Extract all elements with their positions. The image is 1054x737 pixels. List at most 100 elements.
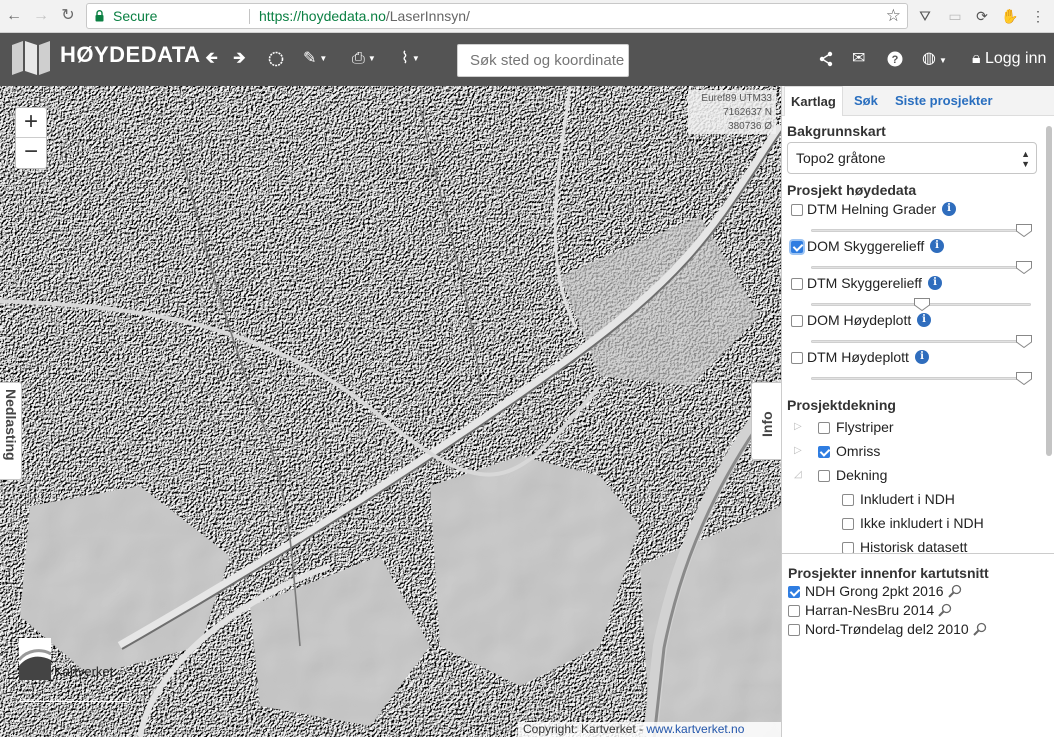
slider-thumb[interactable] [1016, 224, 1032, 237]
layer-checkbox[interactable] [791, 352, 803, 364]
coverage-checkbox[interactable] [818, 422, 830, 434]
secure-label: Secure [113, 8, 158, 24]
back-arrow-icon[interactable]: ← [4, 6, 24, 26]
coordinate-system: Euref89 UTM33 [701, 93, 772, 104]
tree-expand-icon[interactable]: ▷ [794, 421, 802, 432]
layer-label: DTM Høydeplott [807, 349, 909, 365]
download-side-tab[interactable]: Nedlasting [0, 382, 22, 480]
zoom-to-project-icon[interactable] [938, 603, 952, 617]
layer-checkbox[interactable] [791, 315, 803, 327]
extension-filter-icon[interactable]: ⛛ [915, 6, 935, 26]
zoom-control: + − [15, 107, 47, 169]
url-host: https://hoydedata.no [259, 8, 386, 24]
share-icon[interactable] [818, 47, 834, 71]
extension-sync-icon[interactable]: ⟳ [972, 6, 992, 26]
zoom-to-project-icon[interactable] [948, 584, 962, 598]
url-text[interactable]: https://hoydedata.no/LaserInnsyn/ [259, 8, 470, 24]
zoom-to-project-icon[interactable] [973, 622, 987, 636]
login-label: Logg inn [984, 50, 1047, 67]
coverage-checkbox[interactable] [818, 446, 830, 458]
tab-kartlag[interactable]: Kartlag [784, 86, 843, 116]
coverage-label: Omriss [836, 443, 881, 459]
coverage-label: Flystriper [836, 419, 894, 435]
coverage-label: Dekning [836, 467, 888, 483]
project-label: Harran-NesBru 2014 [805, 602, 935, 618]
coverage-sub-checkbox[interactable] [842, 518, 854, 530]
project-label: NDH Grong 2pkt 2016 [805, 583, 944, 599]
info-icon[interactable]: i [930, 239, 944, 253]
layer-label: DOM Høydeplott [807, 312, 912, 328]
kartverket-label: Kartverket [54, 664, 114, 679]
tree-expand-icon[interactable]: ▷ [794, 445, 802, 456]
info-icon[interactable]: i [915, 350, 929, 364]
browser-menu-icon[interactable]: ⋮ [1028, 6, 1048, 26]
info-icon[interactable]: i [942, 202, 956, 216]
copyright-text: Copyright: Kartverket - [523, 722, 647, 736]
select-arrows-icon: ▲ ▼ [1021, 149, 1030, 169]
panel-scrollbar[interactable] [1046, 126, 1052, 456]
reload-icon[interactable]: ↻ [58, 6, 78, 26]
zoom-in-button[interactable]: + [16, 108, 46, 138]
coverage-sub-label: Ikke inkludert i NDH [860, 515, 984, 531]
slider-thumb[interactable] [1016, 335, 1032, 348]
print-icon[interactable]: ⎙ ▼ [352, 47, 376, 71]
opacity-slider[interactable] [811, 298, 1031, 311]
lock-icon [95, 10, 104, 22]
zoom-out-button[interactable]: − [16, 138, 46, 168]
opacity-slider[interactable] [811, 372, 1032, 385]
layer-checkbox[interactable] [791, 278, 803, 290]
layer-checkbox[interactable] [791, 204, 803, 216]
info-icon[interactable]: i [917, 313, 931, 327]
opacity-slider[interactable] [811, 261, 1032, 274]
info-tab-label: Info [759, 411, 775, 437]
browser-toolbar: ← → ↻ Secure https://hoydedata.no/LaserI… [0, 0, 1054, 33]
opacity-slider[interactable] [811, 224, 1032, 237]
login-button[interactable]: 🔒︎ Logg inn [972, 47, 1046, 71]
extension-cast-icon[interactable]: ▭ [945, 6, 965, 26]
layer-checkbox[interactable] [791, 241, 803, 253]
info-icon[interactable]: i [928, 276, 942, 290]
map-canvas[interactable]: + − Euref89 UTM33 7162637 N 380736 Ø Ned… [0, 86, 781, 737]
bookmark-star-icon[interactable]: ☆ [886, 6, 901, 26]
coverage-checkbox[interactable] [818, 470, 830, 482]
layer-label: DOM Skyggerelieff [807, 238, 925, 254]
help-icon[interactable]: ? [887, 47, 903, 71]
project-checkbox[interactable] [788, 586, 800, 598]
search-input[interactable] [457, 44, 629, 77]
kartverket-link[interactable]: www.kartverket.no [646, 722, 744, 736]
forward-arrow-icon[interactable]: → [31, 6, 51, 26]
app-header: HØYDEDATA 🡸 🡺 ✎▼ ⎙▼ ⌇▼ ✉ ? ◍▼ 🔒︎ Logg in… [0, 33, 1054, 86]
copyright-notice: Copyright: Kartverket - www.kartverket.n… [518, 722, 781, 737]
project-checkbox[interactable] [788, 624, 800, 636]
address-bar[interactable]: Secure https://hoydedata.no/LaserInnsyn/… [86, 3, 908, 29]
draw-pencil-icon[interactable]: ✎ ▼ [303, 47, 327, 71]
panel-divider [782, 553, 1054, 554]
target-circle-icon[interactable] [268, 47, 284, 71]
redo-arrow-icon[interactable]: 🡺 [233, 47, 246, 71]
tab-siste-prosjekter[interactable]: Siste prosjekter [889, 86, 999, 116]
slider-thumb[interactable] [1016, 261, 1032, 274]
coverage-heading: Prosjektdekning [787, 397, 896, 413]
scale-bar [20, 698, 130, 702]
coverage-sub-label: Inkludert i NDH [860, 491, 955, 507]
tree-expand-icon[interactable]: ◿ [794, 469, 802, 480]
slider-thumb[interactable] [914, 298, 930, 311]
opacity-slider[interactable] [811, 335, 1032, 348]
info-side-tab[interactable]: Info [751, 382, 781, 460]
undo-arrow-icon[interactable]: 🡸 [205, 47, 218, 71]
download-tab-label: Nedlasting [3, 389, 19, 461]
extension-hand-icon[interactable]: ✋ [1000, 6, 1020, 26]
coverage-sub-checkbox[interactable] [842, 494, 854, 506]
app-title[interactable]: HØYDEDATA [60, 42, 201, 68]
globe-language-icon[interactable]: ◍ ▼ [922, 47, 947, 71]
background-map-heading: Bakgrunnskart [787, 123, 886, 139]
coordinate-east: 380736 Ø [728, 121, 772, 132]
profile-graph-icon[interactable]: ⌇ ▼ [401, 47, 420, 71]
tab-sok[interactable]: Søk [848, 86, 884, 116]
slider-thumb[interactable] [1016, 372, 1032, 385]
map-logo-icon[interactable] [11, 41, 51, 75]
mail-icon[interactable]: ✉ [852, 47, 865, 71]
panel-tab-bar: Kartlag Søk Siste prosjekter [782, 86, 1054, 116]
project-checkbox[interactable] [788, 605, 800, 617]
background-map-select[interactable]: Topo2 gråtone ▲ ▼ [787, 142, 1037, 174]
